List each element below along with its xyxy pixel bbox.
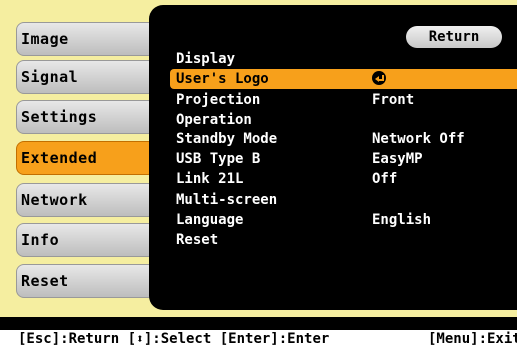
sidebar-item-extended[interactable]: Extended bbox=[16, 141, 156, 175]
menu-item-users-logo[interactable]: User's Logo bbox=[170, 69, 517, 89]
menu-item-value: Front bbox=[372, 92, 415, 108]
sidebar-item-label: Signal bbox=[21, 68, 79, 86]
menu-item-standby-mode[interactable]: Standby Mode Network Off bbox=[170, 129, 517, 149]
sidebar-item-info[interactable]: Info bbox=[16, 223, 156, 257]
esc-hint: [Esc]:Return bbox=[18, 331, 120, 347]
sidebar-item-label: Extended bbox=[21, 149, 98, 167]
sidebar-item-label: Image bbox=[21, 30, 69, 48]
menu-item-display[interactable]: Display bbox=[170, 49, 517, 69]
menu-item-label: Display bbox=[176, 51, 236, 67]
menu-item-label: Multi-screen bbox=[176, 192, 278, 208]
menu-hint: [Menu]:Exit bbox=[428, 331, 517, 347]
return-button[interactable]: Return bbox=[406, 26, 502, 48]
menu-item-operation[interactable]: Operation bbox=[170, 110, 517, 130]
menu-item-label: Projection bbox=[176, 92, 261, 108]
menu-item-link-21l[interactable]: Link 21L Off bbox=[170, 169, 517, 189]
sidebar-item-label: Info bbox=[21, 231, 60, 249]
menu-item-label: USB Type B bbox=[176, 151, 261, 167]
menu-item-value: Off bbox=[372, 171, 398, 187]
help-text-left: [Esc]:Return [⬍]:Select [Enter]:Enter bbox=[18, 331, 329, 347]
help-bar: [Esc]:Return [⬍]:Select [Enter]:Enter [M… bbox=[0, 330, 517, 350]
menu-item-multi-screen[interactable]: Multi-screen bbox=[170, 190, 517, 210]
sidebar-item-label: Reset bbox=[21, 272, 69, 290]
enter-icon bbox=[372, 69, 386, 89]
enter-hint: [Enter]:Enter bbox=[219, 331, 330, 347]
menu-item-reset[interactable]: Reset bbox=[170, 230, 517, 250]
up-down-arrow-icon: ⬍ bbox=[136, 332, 144, 347]
menu-item-language[interactable]: Language English bbox=[170, 210, 517, 230]
select-hint-suffix: ]:Select bbox=[143, 331, 212, 347]
menu-item-label: Reset bbox=[176, 232, 219, 248]
menu-item-value: EasyMP bbox=[372, 151, 423, 167]
sidebar-item-signal[interactable]: Signal bbox=[16, 60, 156, 94]
sidebar-item-reset[interactable]: Reset bbox=[16, 264, 156, 298]
menu-item-label: Standby Mode bbox=[176, 131, 278, 147]
sidebar-item-image[interactable]: Image bbox=[16, 22, 156, 56]
menu-item-label: Link 21L bbox=[176, 171, 244, 187]
sidebar-item-label: Settings bbox=[21, 108, 98, 126]
sidebar-item-network[interactable]: Network bbox=[16, 183, 156, 217]
menu-item-label: User's Logo bbox=[176, 71, 269, 87]
select-hint-prefix: [ bbox=[127, 331, 137, 347]
menu-item-value: English bbox=[372, 212, 432, 228]
menu-item-usb-type-b[interactable]: USB Type B EasyMP bbox=[170, 149, 517, 169]
sidebar-item-label: Network bbox=[21, 191, 88, 209]
menu-item-projection[interactable]: Projection Front bbox=[170, 90, 517, 110]
menu-item-value: Network Off bbox=[372, 131, 465, 147]
menu-item-label: Operation bbox=[176, 112, 252, 128]
menu-item-label: Language bbox=[176, 212, 244, 228]
sidebar-item-settings[interactable]: Settings bbox=[16, 100, 156, 134]
